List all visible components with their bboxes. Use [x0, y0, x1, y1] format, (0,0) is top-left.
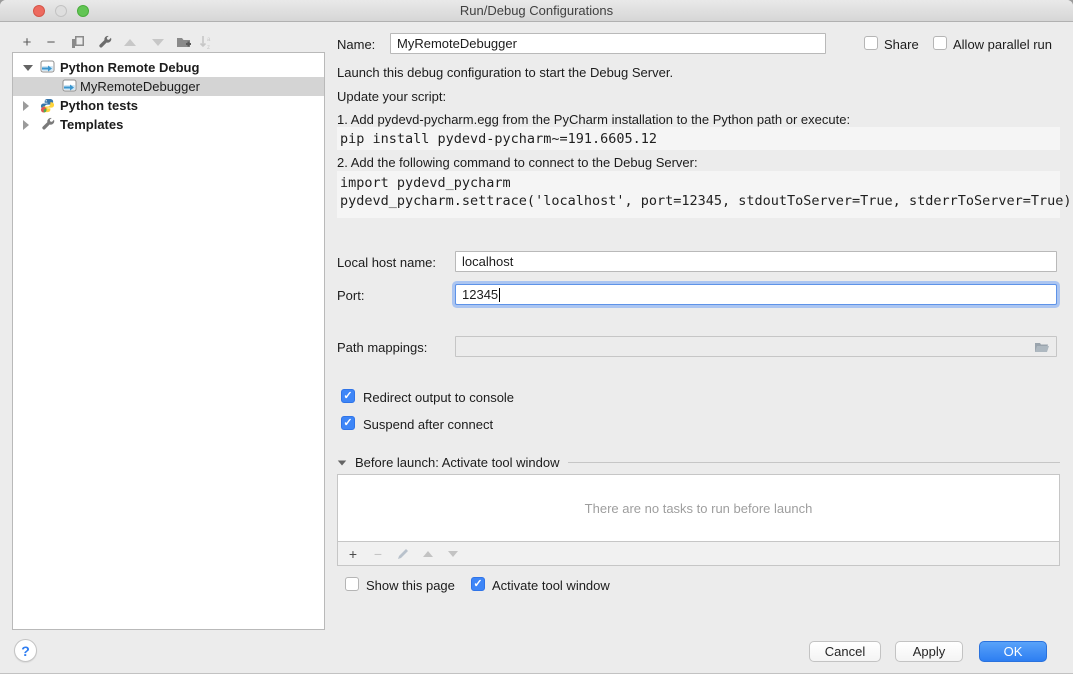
move-task-up-icon [421, 551, 435, 557]
suspend-after-connect-label: Suspend after connect [363, 417, 493, 432]
title-bar: Run/Debug Configurations [0, 0, 1073, 22]
sort-icon: az [196, 32, 216, 52]
new-folder-icon[interactable] [174, 32, 194, 52]
ok-button[interactable]: OK [979, 641, 1047, 662]
cancel-button[interactable]: Cancel [809, 641, 881, 662]
empty-tasks-text: There are no tasks to run before launch [585, 501, 813, 516]
redirect-output-label: Redirect output to console [363, 390, 514, 405]
tree-item-label[interactable]: Templates [60, 117, 123, 132]
help-button[interactable]: ? [14, 639, 37, 662]
window-title: Run/Debug Configurations [0, 3, 1073, 18]
share-label: Share [884, 37, 919, 52]
python-tests-icon [40, 98, 56, 114]
activate-tool-window-label: Activate tool window [492, 578, 610, 593]
divider [568, 462, 1060, 463]
move-up-icon [120, 32, 140, 52]
edit-task-icon [396, 548, 410, 560]
before-launch-header[interactable]: Before launch: Activate tool window [337, 455, 1060, 470]
share-checkbox[interactable] [864, 36, 878, 50]
remove-task-icon: − [371, 546, 385, 562]
before-launch-toolbar: + − [337, 542, 1060, 566]
configurations-tree: Python Remote Debug MyRemoteDebugger Pyt… [12, 52, 325, 630]
tree-item-label[interactable]: Python Remote Debug [60, 60, 199, 75]
before-launch-task-list[interactable]: There are no tasks to run before launch [337, 474, 1060, 542]
tree-item-label[interactable]: Python tests [60, 98, 138, 113]
text-cursor [499, 288, 500, 302]
remove-icon[interactable]: − [41, 32, 61, 52]
name-label: Name: [337, 37, 375, 52]
port-input[interactable]: 12345 [455, 284, 1057, 305]
run-config-icon [40, 60, 56, 76]
run-debug-configurations-dialog: Run/Debug Configurations + − az Python R… [0, 0, 1073, 674]
step1-text: 1. Add pydevd-pycharm.egg from the PyCha… [337, 112, 850, 127]
allow-parallel-run-checkbox[interactable] [933, 36, 947, 50]
tree-item-myremotedebugger[interactable]: MyRemoteDebugger [13, 77, 324, 96]
step2-text: 2. Add the following command to connect … [337, 155, 698, 170]
show-this-page-checkbox[interactable] [345, 577, 359, 591]
suspend-after-connect-checkbox[interactable]: ✓ [341, 416, 355, 430]
chevron-down-icon[interactable] [338, 460, 347, 465]
show-this-page-label: Show this page [366, 578, 455, 593]
svg-text:a: a [207, 37, 211, 43]
chevron-right-icon[interactable] [23, 120, 29, 130]
tree-item-label[interactable]: MyRemoteDebugger [80, 79, 200, 94]
open-folder-icon[interactable] [1034, 341, 1050, 353]
move-down-icon [148, 32, 168, 52]
update-script-text: Update your script: [337, 89, 446, 104]
activate-tool-window-checkbox[interactable]: ✓ [471, 577, 485, 591]
settrace-code: import pydevd_pycharm pydevd_pycharm.set… [337, 171, 1060, 218]
apply-button[interactable]: Apply [895, 641, 963, 662]
add-icon[interactable]: + [17, 32, 37, 52]
copy-icon[interactable] [68, 32, 88, 52]
tree-item-python-tests[interactable]: Python tests [13, 96, 324, 115]
wrench-icon[interactable] [95, 32, 115, 52]
port-label: Port: [337, 288, 364, 303]
move-task-down-icon [446, 551, 460, 557]
name-input[interactable]: MyRemoteDebugger [390, 33, 826, 54]
local-host-name-label: Local host name: [337, 255, 436, 270]
wrench-icon [41, 117, 57, 133]
chevron-right-icon[interactable] [23, 101, 29, 111]
svg-text:z: z [207, 45, 210, 50]
chevron-down-icon[interactable] [23, 65, 33, 71]
allow-parallel-run-label: Allow parallel run [953, 37, 1052, 52]
run-config-icon [62, 79, 78, 95]
path-mappings-label: Path mappings: [337, 340, 427, 355]
path-mappings-input[interactable] [455, 336, 1057, 357]
tree-item-templates[interactable]: Templates [13, 115, 324, 134]
before-launch-title: Before launch: Activate tool window [355, 455, 560, 470]
local-host-name-input[interactable]: localhost [455, 251, 1057, 272]
add-task-icon[interactable]: + [346, 546, 360, 562]
pip-install-code: pip install pydevd-pycharm~=191.6605.12 [337, 127, 1060, 150]
tree-item-python-remote-debug[interactable]: Python Remote Debug [13, 58, 324, 77]
redirect-output-checkbox[interactable]: ✓ [341, 389, 355, 403]
intro-text: Launch this debug configuration to start… [337, 65, 673, 80]
